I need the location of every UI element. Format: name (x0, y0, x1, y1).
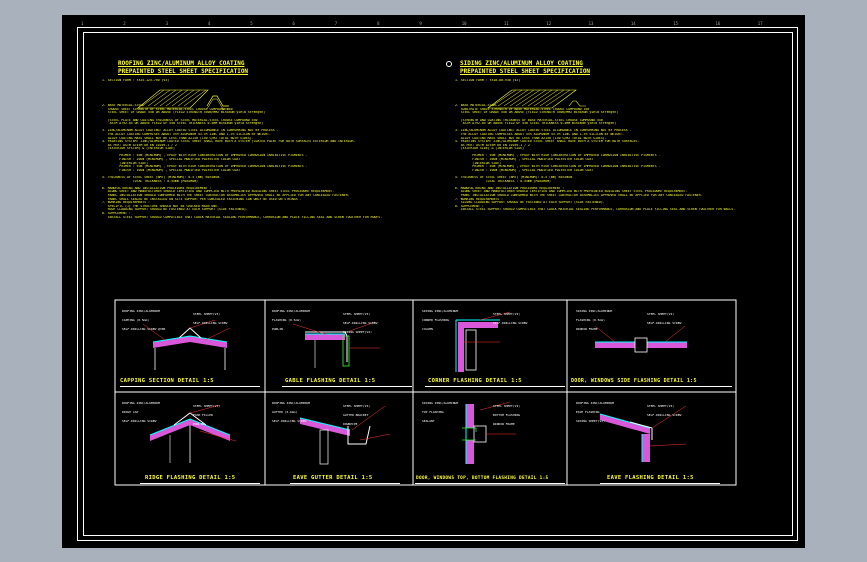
detail-callout-label: STEEL SHEET(V2) (493, 404, 521, 408)
ruler-tick-label: 4 (207, 21, 211, 26)
detail-callout-label: FLASHING (0.5mm) (272, 318, 301, 322)
detail-title-door-window-top-bottom: DOOR, WINDOWS TOP, BOTTOM FLASHING DETAI… (416, 476, 549, 481)
ruler-tick-label: 9 (419, 21, 422, 26)
detail-title-corner: CORNER FLASHING DETAIL 1:5 (428, 378, 522, 384)
detail-callout-label: PURLIN (193, 422, 204, 426)
detail-title-eave-flashing: EAVE FLASHING DETAIL 1:5 (607, 475, 694, 481)
ruler-top: 1 2 3 4 5 6 7 8 9 10 11 12 13 14 15 16 17 (77, 20, 798, 28)
detail-callout-label: SELF-DRILLING SCREW (193, 321, 228, 325)
detail-title-underline (282, 386, 412, 387)
detail-callout-label: WINDOW FRAME (576, 327, 598, 331)
detail-callout-label: PURLIN (272, 327, 283, 331)
detail-title-capping: CAPPING SECTION DETAIL 1:5 (120, 378, 214, 384)
detail-callout-label: FLASHING (0.5mm) (576, 318, 605, 322)
detail-title-door-window-side: DOOR, WINDOWS SIDE FLASHING DETAIL 1:5 (571, 378, 697, 384)
detail-title-underline (600, 483, 720, 484)
ruler-tick-label: 13 (588, 21, 594, 26)
detail-callout-label: ROOFING ZINC/ALUMINUM (576, 401, 614, 405)
detail-callout-label: STEEL SHEET(V3) (193, 312, 221, 316)
spec-line: INSTALL STEEL SUPPORT SHOULD COMPATIBLE … (455, 208, 736, 212)
detail-callout-label: STEEL SHEET(V2) (493, 312, 521, 316)
detail-callout-label: SIDING ZINC/ALUMINUM (576, 309, 613, 313)
door-window-side-flashing-drawing (594, 325, 687, 353)
detail-callout-label: STEEL SHEET(V3) (343, 404, 371, 408)
detail-title-underline (425, 386, 565, 387)
detail-callout-label: RIDGE CAP (122, 410, 139, 414)
detail-callout-label: SIDING SHEET(V2) (576, 419, 605, 423)
ruler-tick-label: 7 (334, 21, 338, 26)
detail-title-underline (290, 483, 400, 484)
detail-title-underline (120, 386, 260, 387)
ruler-tick-label: 10 (461, 21, 467, 26)
detail-callout-label: SELF-DRILLING SCREW (343, 321, 378, 325)
ruler-tick-label: 2 (123, 21, 126, 26)
detail-callout-label: STEEL SHEET(V3) (343, 312, 371, 316)
detail-callout-label: ROOFING ZINC/ALUMINUM (122, 309, 160, 313)
siding-profile-sketch (487, 89, 577, 109)
detail-callout-label: SELF-DRILLING SCREW (272, 419, 307, 423)
detail-callout-label: WINDOW FRAME (493, 422, 515, 426)
detail-callout-label: STEEL SHEET(V3) (647, 404, 675, 408)
detail-title-eave-gutter: EAVE GUTTER DETAIL 1:5 (293, 475, 373, 481)
ruler-tick-label: 15 (673, 21, 679, 26)
ruler-tick-label: 12 (546, 21, 552, 26)
detail-callout-label: SEALANT (422, 419, 435, 423)
detail-callout-label: GUTTER BRACKET (343, 413, 369, 417)
detail-callout-label: GUTTER (0.6mm) (272, 410, 298, 414)
detail-callout-label: COLUMN (422, 327, 433, 331)
siding-profile-end-sketch (568, 100, 586, 107)
left-spec-title-line2: PREPAINTED STEEL SHEET SPECIFICATION (118, 68, 249, 75)
detail-callout-label: ROOFING ZINC/ALUMINUM (272, 309, 310, 313)
left-spec-title-line1: ROOFING ZINC/ALUMINUM ALLOY COATING (118, 60, 245, 67)
detail-callout-label: SELF-DRILLING SCREW (647, 413, 682, 417)
ruler-tick-label: 3 (165, 21, 169, 26)
detail-callout-label: SIDING SHEET(V2) (343, 330, 372, 334)
detail-callout-label: EAVE FLASHING (576, 410, 600, 414)
detail-title-underline (140, 483, 260, 484)
detail-callout-label: FOAM FILLER (193, 413, 213, 417)
detail-callout-label: SELF-DRILLING SCREW (647, 321, 682, 325)
eave-flashing-drawing (599, 405, 687, 462)
detail-callout-label: STEEL SHEET(V2) (647, 312, 675, 316)
eave-gutter-drawing (299, 405, 391, 465)
detail-callout-label: CAPPING (0.5mm) (122, 318, 150, 322)
ruler-tick-label: 1 (81, 21, 84, 26)
door-window-top-bottom-drawing (462, 401, 516, 464)
detail-callout-label: ROOFING ZINC/ALUMINUM (272, 401, 310, 405)
roof-profile-end-sketch (206, 95, 229, 110)
ruler-tick-label: 17 (757, 21, 763, 26)
detail-title-underline (570, 386, 732, 387)
ruler-tick-label: 16 (715, 21, 721, 26)
right-spec-bullet-icon (446, 61, 452, 67)
detail-callout-label: SELF-DRILLING SCREW (122, 419, 157, 423)
detail-callout-label: SIDING ZINC/ALUMINUM (422, 309, 459, 313)
spec-line: INSTALL STEEL SUPPORT SHOULD COMPATIBLE … (102, 215, 383, 219)
right-spec-title-line2: PREPAINTED STEEL SHEET SPECIFICATION (460, 68, 591, 75)
detail-title-gable: GABLE FLASHING DETAIL 1:5 (285, 378, 376, 384)
detail-callout-label: DOWNPIPE (343, 422, 358, 426)
detail-callout-label: BOTTOM FLASHING (493, 413, 521, 417)
detail-callout-label: SELF-DRILLING SCREW (493, 321, 528, 325)
detail-callout-label: ROOFING ZINC/ALUMINUM (122, 401, 160, 405)
gable-flashing-drawing (292, 321, 380, 368)
ruler-tick-label: 8 (377, 21, 380, 26)
detail-callout-label: CORNER FLASHING (422, 318, 450, 322)
detail-title-ridge: RIDGE FLASHING DETAIL 1:5 (145, 475, 236, 481)
detail-callout-label: SIDING ZINC/ALUMINUM (422, 401, 459, 405)
detail-callout-label: TOP FLASHING (422, 410, 444, 414)
detail-title-underline (415, 483, 565, 484)
ruler-tick-label: 14 (630, 21, 636, 26)
ruler-tick-label: 11 (504, 21, 509, 26)
ruler-tick-label: 6 (292, 21, 295, 26)
right-spec-title-line1: SIDING ZINC/ALUMINUM ALLOY COATING (460, 60, 583, 67)
ruler-tick-label: 5 (250, 21, 253, 26)
detail-callout-label: SELF-DRILLING SCREW @300 (122, 327, 166, 331)
detail-callout-label: STEEL SHEET(V3) (193, 404, 221, 408)
